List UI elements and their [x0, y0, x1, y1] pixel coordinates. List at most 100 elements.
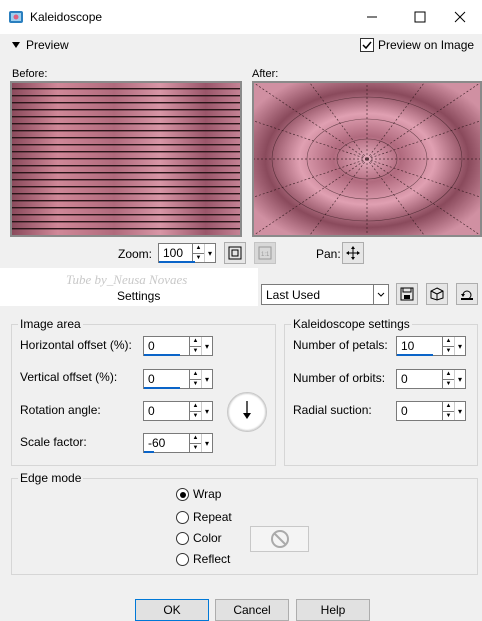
maximize-icon: [414, 11, 426, 23]
checkbox-checked-icon: [360, 38, 374, 52]
scale-factor-input[interactable]: -60 ▲ ▼ ▾: [143, 433, 213, 453]
maximize-button[interactable]: [398, 0, 442, 34]
before-preview: [10, 81, 242, 237]
vertical-offset-input[interactable]: 0 ▲ ▼ ▾: [143, 369, 213, 389]
ok-button[interactable]: OK: [135, 599, 209, 621]
cancel-button[interactable]: Cancel: [215, 599, 289, 621]
vertical-offset-underline: [144, 387, 180, 389]
wrap-label: Wrap: [193, 487, 222, 501]
rotation-angle-spinner[interactable]: ▲ ▼: [189, 402, 201, 420]
app-icon: [9, 11, 23, 23]
edge-color-swatch[interactable]: [250, 526, 309, 552]
scale-factor-underline: [144, 451, 154, 453]
kaleidoscope-settings-title: Kaleidoscope settings: [291, 317, 412, 331]
vertical-offset-label: Vertical offset (%):: [20, 370, 118, 384]
zoom-fit-button[interactable]: [224, 242, 246, 264]
preview-toggle[interactable]: Preview: [12, 38, 69, 52]
scale-factor-label: Scale factor:: [20, 435, 87, 449]
preview-on-image-label: Preview on Image: [378, 38, 475, 52]
color-label: Color: [193, 531, 222, 545]
dice-icon: [430, 287, 444, 301]
dropdown-arrow-icon[interactable]: ▾: [201, 434, 212, 452]
radial-suction-label: Radial suction:: [293, 403, 372, 417]
triangle-down-icon: [12, 42, 20, 48]
chevron-down-icon[interactable]: [373, 285, 388, 304]
radio-icon: [176, 532, 189, 546]
edge-mode-group: Edge mode: [11, 471, 478, 575]
petals-underline: [397, 354, 433, 356]
dropdown-arrow-icon[interactable]: ▾: [454, 402, 465, 420]
zoom-actual-size-button[interactable]: 1:1: [254, 242, 276, 264]
zoom-label: Zoom:: [118, 247, 153, 261]
edge-mode-title: Edge mode: [18, 471, 84, 485]
radial-suction-value: 0: [401, 404, 408, 418]
window-title: Kaleidoscope: [30, 10, 103, 24]
pan-label: Pan:: [316, 247, 341, 261]
zoom-input[interactable]: 100 ▲ ▼ ▾: [158, 243, 216, 263]
watermark-text: Tube by_Neusa Novaes: [66, 272, 188, 287]
edge-mode-option-reflect[interactable]: Reflect: [176, 552, 230, 567]
no-color-icon: [270, 530, 289, 548]
petals-label: Number of petals:: [293, 338, 388, 352]
vertical-offset-value: 0: [148, 372, 155, 386]
reset-button[interactable]: [456, 283, 478, 305]
save-preset-button[interactable]: [396, 283, 418, 305]
settings-select[interactable]: Last Used: [261, 284, 389, 305]
vertical-offset-spinner[interactable]: ▲ ▼: [189, 370, 201, 388]
edge-mode-option-repeat[interactable]: Repeat: [176, 510, 232, 525]
dropdown-arrow-icon[interactable]: ▾: [204, 244, 215, 262]
horizontal-offset-underline: [144, 354, 180, 356]
minimize-button[interactable]: [350, 0, 394, 34]
zoom-underline: [159, 261, 195, 263]
dropdown-arrow-icon[interactable]: ▾: [201, 402, 212, 420]
close-icon: [454, 11, 466, 23]
rotation-dial-needle-icon: [243, 401, 251, 419]
edge-mode-option-wrap[interactable]: Wrap: [176, 487, 222, 502]
rotation-angle-label: Rotation angle:: [20, 403, 101, 417]
horizontal-offset-spinner[interactable]: ▲ ▼: [189, 337, 201, 355]
scale-factor-value: -60: [148, 436, 166, 450]
petals-input[interactable]: 10 ▲ ▼ ▾: [396, 336, 466, 356]
dropdown-arrow-icon[interactable]: ▾: [201, 370, 212, 388]
zoom-spinner[interactable]: ▲ ▼: [192, 244, 204, 262]
title-bar: Kaleidoscope: [0, 0, 482, 34]
radio-selected-icon: [176, 488, 189, 502]
edge-mode-option-color[interactable]: Color: [176, 531, 222, 546]
settings-selected-value: Last Used: [266, 287, 321, 302]
horizontal-offset-input[interactable]: 0 ▲ ▼ ▾: [143, 336, 213, 356]
before-label: Before:: [12, 68, 48, 80]
orbits-spinner[interactable]: ▲ ▼: [442, 370, 454, 388]
repeat-label: Repeat: [193, 510, 232, 524]
zoom-fit-icon: [228, 246, 242, 260]
radio-icon: [176, 511, 189, 525]
orbits-value: 0: [401, 372, 408, 386]
rotation-angle-input[interactable]: 0 ▲ ▼ ▾: [143, 401, 213, 421]
orbits-input[interactable]: 0 ▲ ▼ ▾: [396, 369, 466, 389]
petals-value: 10: [401, 339, 415, 353]
radial-suction-spinner[interactable]: ▲ ▼: [442, 402, 454, 420]
zoom-value: 100: [163, 246, 184, 260]
dropdown-arrow-icon[interactable]: ▾: [454, 337, 465, 355]
orbits-label: Number of orbits:: [293, 371, 386, 385]
petals-spinner[interactable]: ▲ ▼: [442, 337, 454, 355]
help-button[interactable]: Help: [296, 599, 370, 621]
pan-button[interactable]: [342, 242, 364, 264]
radial-suction-input[interactable]: 0 ▲ ▼ ▾: [396, 401, 466, 421]
up-arrow-icon[interactable]: ▲: [193, 244, 204, 253]
image-area-title: Image area: [18, 317, 83, 331]
preview-on-image-checkbox[interactable]: Preview on Image: [360, 38, 474, 52]
settings-label: Settings: [117, 289, 161, 303]
scale-factor-spinner[interactable]: ▲ ▼: [189, 434, 201, 452]
reset-icon: [461, 290, 473, 300]
actual-size-icon: 1:1: [258, 246, 272, 260]
after-label: After:: [252, 68, 279, 80]
dropdown-arrow-icon[interactable]: ▾: [201, 337, 212, 355]
preview-toggle-label: Preview: [26, 38, 69, 52]
move-icon: [346, 246, 360, 260]
minimize-icon: [367, 16, 377, 18]
horizontal-offset-value: 0: [148, 339, 155, 353]
rotation-dial[interactable]: [227, 392, 267, 432]
randomize-button[interactable]: [426, 283, 448, 305]
close-button[interactable]: [438, 0, 482, 34]
dropdown-arrow-icon[interactable]: ▾: [454, 370, 465, 388]
